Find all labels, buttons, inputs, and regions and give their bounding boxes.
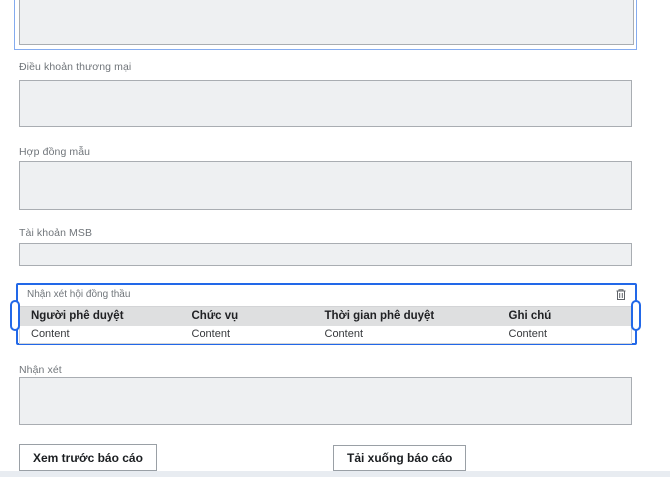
delete-component-button[interactable] (614, 288, 628, 302)
msb-account-input[interactable] (19, 243, 632, 266)
table-header-row: Người phê duyệt Chức vụ Thời gian phê du… (20, 307, 632, 326)
commercial-terms-textarea[interactable] (19, 80, 632, 127)
column-header: Thời gian phê duyệt (314, 307, 498, 326)
report-form-page: Điều khoản thương mại Hợp đồng mẫu Tài k… (0, 0, 670, 478)
msb-account-label: Tài khoản MSB (19, 227, 92, 239)
table-cell: Content (498, 326, 632, 344)
table-cell: Content (181, 326, 314, 344)
column-header: Ghi chú (498, 307, 632, 326)
table-cell: Content (20, 326, 181, 344)
contract-template-label: Hợp đồng mẫu (19, 146, 90, 158)
table-cell: Content (314, 326, 498, 344)
selected-component-committee-table[interactable]: Nhận xét hội đồng thầu (16, 283, 637, 345)
left-resize-handle[interactable] (10, 300, 20, 331)
preview-report-button[interactable]: Xem trước báo cáo (19, 444, 157, 471)
column-header: Chức vụ (181, 307, 314, 326)
contract-template-textarea[interactable] (19, 161, 632, 210)
horizontal-scrollbar[interactable] (0, 471, 670, 477)
committee-comments-table: Người phê duyệt Chức vụ Thời gian phê du… (19, 306, 632, 344)
download-report-button[interactable]: Tải xuống báo cáo (333, 445, 466, 471)
comment-label: Nhận xét (19, 364, 62, 376)
top-textarea[interactable] (19, 0, 634, 45)
committee-comments-label: Nhận xét hội đồng thầu (27, 289, 130, 300)
commercial-terms-label: Điều khoản thương mại (19, 61, 131, 73)
comment-textarea[interactable] (19, 377, 632, 425)
right-resize-handle[interactable] (631, 300, 641, 331)
table-row: Content Content Content Content (20, 326, 632, 344)
trash-icon (615, 289, 627, 304)
column-header: Người phê duyệt (20, 307, 181, 326)
